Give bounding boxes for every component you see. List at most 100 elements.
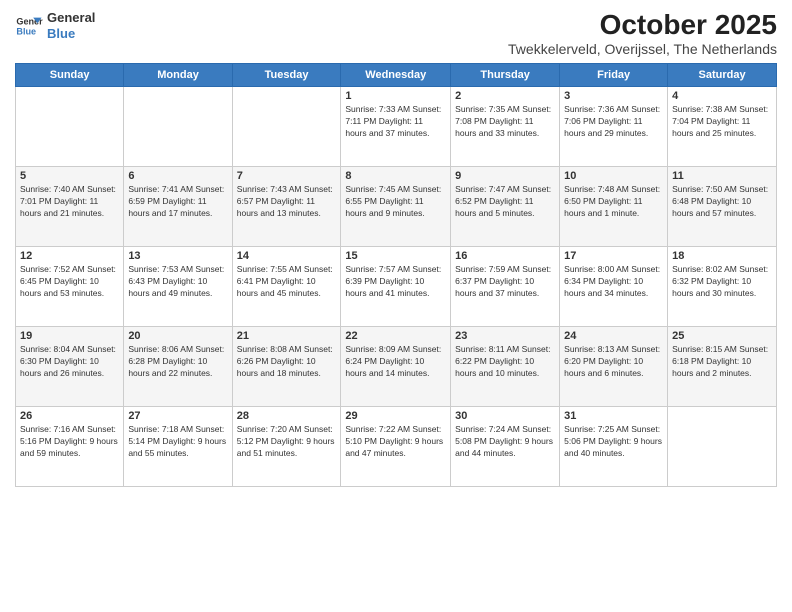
day-number: 22 xyxy=(345,330,446,342)
day-info: Sunrise: 7:45 AM Sunset: 6:55 PM Dayligh… xyxy=(345,184,446,220)
calendar-subtitle: Twekkelerveld, Overijssel, The Netherlan… xyxy=(508,41,777,57)
calendar-cell: 11 Sunrise: 7:50 AM Sunset: 6:48 PM Dayli… xyxy=(668,166,777,246)
day-number: 29 xyxy=(345,410,446,422)
calendar-cell: 13Sunrise: 7:53 AM Sunset: 6:43 PM Dayli… xyxy=(124,246,232,326)
calendar-cell: 8 Sunrise: 7:45 AM Sunset: 6:55 PM Daylig… xyxy=(341,166,451,246)
day-info: Sunrise: 8:06 AM Sunset: 6:28 PM Dayligh… xyxy=(128,344,227,380)
calendar-cell: 9Sunrise: 7:47 AM Sunset: 6:52 PM Daylig… xyxy=(451,166,560,246)
day-number: 11 xyxy=(672,170,772,182)
page: General Blue General Blue October 2025 T… xyxy=(0,0,792,612)
calendar-cell: 15Sunrise: 7:57 AM Sunset: 6:39 PM Dayli… xyxy=(341,246,451,326)
day-info: Sunrise: 7:22 AM Sunset: 5:10 PM Dayligh… xyxy=(345,424,446,460)
day-info: Sunrise: 8:09 AM Sunset: 6:24 PM Dayligh… xyxy=(345,344,446,380)
calendar-cell: 21 Sunrise: 8:08 AM Sunset: 6:26 PM Dayli… xyxy=(232,326,341,406)
calendar-cell: 3 Sunrise: 7:36 AM Sunset: 7:06 PM Daylig… xyxy=(560,86,668,166)
day-info: Sunrise: 7:57 AM Sunset: 6:39 PM Dayligh… xyxy=(345,264,446,300)
col-monday: Monday xyxy=(124,63,232,86)
calendar-cell: 27 Sunrise: 7:18 AM Sunset: 5:14 PM Dayli… xyxy=(124,406,232,486)
logo-blue: Blue xyxy=(47,26,95,42)
calendar-cell: 26 Sunrise: 7:16 AM Sunset: 5:16 PM Dayli… xyxy=(16,406,124,486)
day-number: 25 xyxy=(672,330,772,342)
svg-text:Blue: Blue xyxy=(16,26,36,36)
day-info: Sunrise: 7:35 AM Sunset: 7:08 PM Dayligh… xyxy=(455,104,555,140)
day-number: 12 xyxy=(20,250,119,262)
day-number: 14 xyxy=(237,250,337,262)
day-number: 26 xyxy=(20,410,119,422)
day-info: Sunrise: 8:13 AM Sunset: 6:20 PM Dayligh… xyxy=(564,344,663,380)
day-info: Sunrise: 7:33 AM Sunset: 7:11 PM Dayligh… xyxy=(345,104,446,140)
day-info: Sunrise: 7:36 AM Sunset: 7:06 PM Dayligh… xyxy=(564,104,663,140)
day-info: Sunrise: 7:50 AM Sunset: 6:48 PM Dayligh… xyxy=(672,184,772,220)
calendar-cell: 30Sunrise: 7:24 AM Sunset: 5:08 PM Dayli… xyxy=(451,406,560,486)
day-number: 4 xyxy=(672,90,772,102)
day-info: Sunrise: 7:55 AM Sunset: 6:41 PM Dayligh… xyxy=(237,264,337,300)
day-info: Sunrise: 8:11 AM Sunset: 6:22 PM Dayligh… xyxy=(455,344,555,380)
day-number: 7 xyxy=(237,170,337,182)
day-info: Sunrise: 7:43 AM Sunset: 6:57 PM Dayligh… xyxy=(237,184,337,220)
calendar-cell: 17Sunrise: 8:00 AM Sunset: 6:34 PM Dayli… xyxy=(560,246,668,326)
col-wednesday: Wednesday xyxy=(341,63,451,86)
col-sunday: Sunday xyxy=(16,63,124,86)
calendar-cell: 6 Sunrise: 7:41 AM Sunset: 6:59 PM Daylig… xyxy=(124,166,232,246)
title-block: October 2025 Twekkelerveld, Overijssel, … xyxy=(508,10,777,57)
calendar-cell: 23 Sunrise: 8:11 AM Sunset: 6:22 PM Dayli… xyxy=(451,326,560,406)
day-number: 18 xyxy=(672,250,772,262)
day-number: 19 xyxy=(20,330,119,342)
day-number: 13 xyxy=(128,250,227,262)
day-number: 31 xyxy=(564,410,663,422)
logo: General Blue General Blue xyxy=(15,10,95,41)
calendar-cell: 2Sunrise: 7:35 AM Sunset: 7:08 PM Daylig… xyxy=(451,86,560,166)
day-number: 28 xyxy=(237,410,337,422)
calendar-week-3: 12 Sunrise: 7:52 AM Sunset: 6:45 PM Dayli… xyxy=(16,246,777,326)
day-number: 8 xyxy=(345,170,446,182)
col-tuesday: Tuesday xyxy=(232,63,341,86)
calendar-title: October 2025 xyxy=(508,10,777,41)
day-info: Sunrise: 7:52 AM Sunset: 6:45 PM Dayligh… xyxy=(20,264,119,300)
day-number: 5 xyxy=(20,170,119,182)
calendar-cell: 4 Sunrise: 7:38 AM Sunset: 7:04 PM Daylig… xyxy=(668,86,777,166)
day-number: 10 xyxy=(564,170,663,182)
day-number: 21 xyxy=(237,330,337,342)
col-friday: Friday xyxy=(560,63,668,86)
header: General Blue General Blue October 2025 T… xyxy=(15,10,777,57)
calendar-cell: 22 Sunrise: 8:09 AM Sunset: 6:24 PM Dayli… xyxy=(341,326,451,406)
calendar-cell: 20 Sunrise: 8:06 AM Sunset: 6:28 PM Dayli… xyxy=(124,326,232,406)
calendar-cell: 19 Sunrise: 8:04 AM Sunset: 6:30 PM Dayli… xyxy=(16,326,124,406)
day-info: Sunrise: 8:00 AM Sunset: 6:34 PM Dayligh… xyxy=(564,264,663,300)
day-info: Sunrise: 7:25 AM Sunset: 5:06 PM Dayligh… xyxy=(564,424,663,460)
day-info: Sunrise: 8:08 AM Sunset: 6:26 PM Dayligh… xyxy=(237,344,337,380)
day-info: Sunrise: 7:38 AM Sunset: 7:04 PM Dayligh… xyxy=(672,104,772,140)
day-number: 9 xyxy=(455,170,555,182)
day-number: 24 xyxy=(564,330,663,342)
calendar-cell: 25Sunrise: 8:15 AM Sunset: 6:18 PM Dayli… xyxy=(668,326,777,406)
day-info: Sunrise: 7:24 AM Sunset: 5:08 PM Dayligh… xyxy=(455,424,555,460)
calendar-week-5: 26 Sunrise: 7:16 AM Sunset: 5:16 PM Dayli… xyxy=(16,406,777,486)
calendar-table: Sunday Monday Tuesday Wednesday Thursday… xyxy=(15,63,777,487)
day-info: Sunrise: 7:18 AM Sunset: 5:14 PM Dayligh… xyxy=(128,424,227,460)
col-saturday: Saturday xyxy=(668,63,777,86)
day-number: 23 xyxy=(455,330,555,342)
logo-general: General xyxy=(47,10,95,26)
day-number: 3 xyxy=(564,90,663,102)
calendar-cell: 1 Sunrise: 7:33 AM Sunset: 7:11 PM Daylig… xyxy=(341,86,451,166)
calendar-cell: 16Sunrise: 7:59 AM Sunset: 6:37 PM Dayli… xyxy=(451,246,560,326)
day-number: 16 xyxy=(455,250,555,262)
calendar-week-4: 19 Sunrise: 8:04 AM Sunset: 6:30 PM Dayli… xyxy=(16,326,777,406)
day-info: Sunrise: 7:20 AM Sunset: 5:12 PM Dayligh… xyxy=(237,424,337,460)
day-number: 27 xyxy=(128,410,227,422)
day-info: Sunrise: 7:41 AM Sunset: 6:59 PM Dayligh… xyxy=(128,184,227,220)
day-number: 20 xyxy=(128,330,227,342)
calendar-cell: 31 Sunrise: 7:25 AM Sunset: 5:06 PM Dayli… xyxy=(560,406,668,486)
day-number: 6 xyxy=(128,170,227,182)
calendar-cell: 12 Sunrise: 7:52 AM Sunset: 6:45 PM Dayli… xyxy=(16,246,124,326)
calendar-cell: 28 Sunrise: 7:20 AM Sunset: 5:12 PM Dayli… xyxy=(232,406,341,486)
calendar-cell xyxy=(16,86,124,166)
day-info: Sunrise: 8:02 AM Sunset: 6:32 PM Dayligh… xyxy=(672,264,772,300)
calendar-cell: 24 Sunrise: 8:13 AM Sunset: 6:20 PM Dayli… xyxy=(560,326,668,406)
day-info: Sunrise: 7:48 AM Sunset: 6:50 PM Dayligh… xyxy=(564,184,663,220)
day-info: Sunrise: 7:16 AM Sunset: 5:16 PM Dayligh… xyxy=(20,424,119,460)
calendar-week-2: 5Sunrise: 7:40 AM Sunset: 7:01 PM Daylig… xyxy=(16,166,777,246)
day-info: Sunrise: 8:04 AM Sunset: 6:30 PM Dayligh… xyxy=(20,344,119,380)
day-number: 1 xyxy=(345,90,446,102)
calendar-cell: 29 Sunrise: 7:22 AM Sunset: 5:10 PM Dayli… xyxy=(341,406,451,486)
